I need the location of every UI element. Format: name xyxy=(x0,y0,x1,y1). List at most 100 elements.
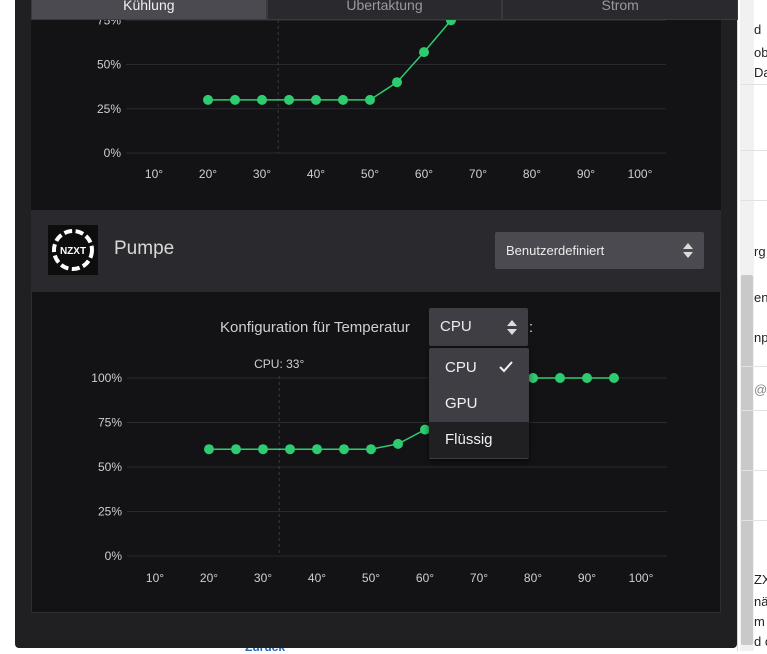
tab-strom[interactable]: Strom xyxy=(502,0,739,20)
bg-text-snippet: ZX xyxy=(754,572,767,587)
bg-text-snippet: @ xyxy=(754,382,767,397)
option-label: CPU xyxy=(445,359,477,376)
curve-point xyxy=(419,47,429,58)
nzxt-logo-icon: NZXT xyxy=(48,225,98,275)
x-tick-label: 10° xyxy=(145,167,163,181)
curve-point xyxy=(338,94,348,105)
x-tick-label: 30° xyxy=(253,167,271,181)
temp-source-select[interactable]: CPU xyxy=(429,308,528,346)
curve-point xyxy=(203,94,213,105)
curve-point xyxy=(204,444,214,455)
select-arrows-icon xyxy=(507,320,517,335)
temp-source-dropdown: CPU GPU Flüssig xyxy=(429,348,529,459)
curve-point xyxy=(339,444,349,455)
curve-point xyxy=(609,373,619,383)
curve-point xyxy=(528,373,538,383)
curve-point xyxy=(365,94,375,105)
dropdown-option-gpu[interactable]: GPU xyxy=(429,386,529,422)
curve-point xyxy=(582,373,592,383)
x-tick-label: 10° xyxy=(146,571,164,585)
y-tick-label: 50% xyxy=(97,58,121,72)
curve-point xyxy=(392,77,402,88)
y-tick-label: 75% xyxy=(97,20,121,27)
x-tick-label: 80° xyxy=(523,167,541,181)
curve-point xyxy=(284,94,294,105)
x-tick-label: 50° xyxy=(361,167,379,181)
temp-source-value: CPU xyxy=(440,318,472,335)
curve-line xyxy=(208,19,452,101)
curve-point xyxy=(230,94,240,105)
tab-kuehlung[interactable]: Kühlung xyxy=(31,0,267,20)
bg-text-snippet: en xyxy=(754,290,767,305)
temp-config-colon: : xyxy=(529,319,534,336)
pump-header: NZXT Pumpe Benutzerdefiniert xyxy=(31,210,721,292)
pump-title: Pumpe xyxy=(114,238,175,259)
x-tick-label: 100° xyxy=(628,167,653,181)
bg-rule xyxy=(740,200,767,201)
x-tick-label: 60° xyxy=(416,571,434,585)
curve-point xyxy=(231,444,241,455)
x-tick-label: 90° xyxy=(577,167,595,181)
tab-bar: Kühlung Übertaktung Strom xyxy=(31,0,739,20)
fan-curve-chart[interactable]: 0% 25% 50% 75% 10° 20° 30° 40° 50° 60° 70° 80° 90° 10… xyxy=(31,13,721,210)
bg-rule xyxy=(740,410,767,411)
bg-text-snippet: nä xyxy=(754,594,767,609)
logo-text: NZXT xyxy=(60,246,86,257)
y-tick-label: 100% xyxy=(91,371,122,385)
curve-line xyxy=(209,377,614,450)
x-tick-label: 50° xyxy=(362,571,380,585)
option-label: GPU xyxy=(445,395,478,412)
bg-text-snippet: ob xyxy=(754,45,767,60)
y-tick-label: 25% xyxy=(98,505,122,519)
curve-point xyxy=(312,444,322,455)
curve-point xyxy=(311,94,321,105)
page-scrollbar-thumb[interactable] xyxy=(741,275,753,645)
bg-text-snippet: rg xyxy=(754,244,766,259)
curve-point xyxy=(366,444,376,455)
fan-curve-panel: 0% 25% 50% 75% 10° 20° 30° 40° 50° 60° 70° 80° 90° 10… xyxy=(31,13,721,210)
dropdown-option-fluessig[interactable]: Flüssig xyxy=(429,422,529,458)
x-tick-label: 20° xyxy=(199,167,217,181)
bg-rule xyxy=(740,150,767,151)
bg-text-snippet: d xyxy=(754,22,762,37)
pump-profile-value: Benutzerdefiniert xyxy=(506,243,605,258)
x-tick-label: 90° xyxy=(578,571,596,585)
bg-rule xyxy=(740,366,767,367)
option-label: Flüssig xyxy=(445,431,493,448)
dropdown-option-cpu[interactable]: CPU xyxy=(429,350,529,386)
curve-point xyxy=(393,438,403,449)
curve-point xyxy=(258,444,268,455)
bg-text-snippet: d c xyxy=(754,634,767,649)
y-tick-label: 50% xyxy=(98,460,122,474)
pump-curve-panel: 0% 25% 50% 75% 100% 10° 20° 30° 40° 50° 60° 70° 80° 9… xyxy=(31,292,721,613)
bg-rule xyxy=(740,84,767,85)
x-tick-label: 100° xyxy=(629,571,654,585)
y-tick-label: 0% xyxy=(105,549,123,563)
x-tick-label: 70° xyxy=(470,571,488,585)
bg-text-snippet: m xyxy=(754,614,765,629)
tab-uebertaktung[interactable]: Übertaktung xyxy=(266,0,503,20)
x-tick-label: 40° xyxy=(308,571,326,585)
select-arrows-icon xyxy=(683,243,693,258)
pump-profile-select[interactable]: Benutzerdefiniert xyxy=(495,232,704,269)
curve-point xyxy=(257,94,267,105)
x-tick-label: 70° xyxy=(469,167,487,181)
y-tick-label: 0% xyxy=(104,146,122,160)
bg-text-snippet: Da xyxy=(754,65,767,80)
x-tick-label: 20° xyxy=(200,571,218,585)
y-tick-label: 75% xyxy=(98,416,122,430)
checkmark-icon xyxy=(499,361,513,373)
x-tick-label: 30° xyxy=(254,571,272,585)
curve-point xyxy=(285,444,295,455)
temp-config-label: Konfiguration für Temperatur xyxy=(220,319,410,336)
pump-curve-chart[interactable]: 0% 25% 50% 75% 100% 10° 20° 30° 40° 50° 60° 70° 80° 9… xyxy=(32,292,720,612)
x-tick-label: 80° xyxy=(524,571,542,585)
x-tick-label: 40° xyxy=(307,167,325,181)
curve-point xyxy=(555,373,565,383)
bg-rule xyxy=(740,470,767,471)
bg-rule xyxy=(740,520,767,521)
x-tick-label: 60° xyxy=(415,167,433,181)
current-temp-label: CPU: 33° xyxy=(254,357,304,371)
y-tick-label: 25% xyxy=(97,102,121,116)
bg-text-snippet: np xyxy=(754,330,767,345)
